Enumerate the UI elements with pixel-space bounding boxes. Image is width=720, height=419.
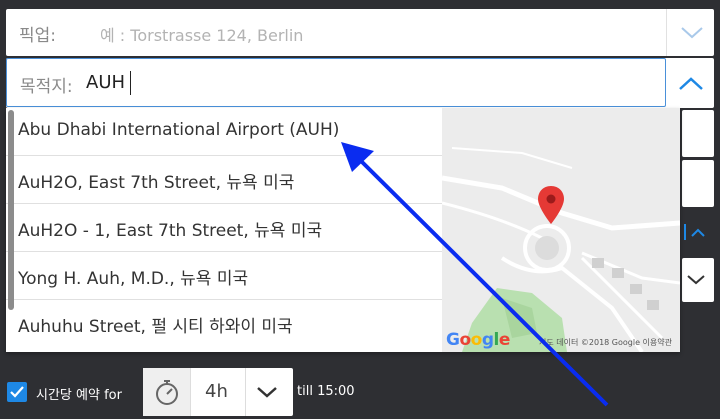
- hidden-side-button-2[interactable]: [682, 160, 714, 207]
- chevron-up-icon-small[interactable]: [682, 222, 712, 242]
- till-time: till 15:00: [297, 384, 355, 399]
- suggestion-item[interactable]: Yong H. Auh, M.D., 뉴욕 미국: [6, 252, 442, 300]
- google-logo: Google: [446, 330, 510, 350]
- suggestion-item[interactable]: AuH2O - 1, East 7th Street, 뉴욕 미국: [6, 204, 442, 252]
- autocomplete-dropdown: Abu Dhabi International Airport (AUH) Au…: [6, 108, 680, 352]
- chevron-down-icon[interactable]: [253, 380, 285, 404]
- suggestion-label: AuH2O, East 7th Street, 뉴욕 미국: [18, 173, 295, 193]
- hidden-side-button-1[interactable]: [682, 110, 714, 157]
- dropdown-scrollbar[interactable]: [8, 110, 14, 310]
- suggestion-label: Abu Dhabi International Airport (AUH): [18, 120, 340, 140]
- pickup-placeholder[interactable]: 예 : Torstrasse 124, Berlin: [100, 22, 303, 46]
- check-icon: [10, 386, 24, 398]
- chevron-down-icon[interactable]: [674, 17, 710, 47]
- pickup-label: 픽업:: [19, 26, 57, 46]
- map-graphic: [442, 108, 680, 352]
- pickup-divider: [666, 9, 667, 56]
- hourly-checkbox[interactable]: [7, 382, 27, 402]
- suggestion-item[interactable]: Auhuhu Street, 펄 시티 하와이 미국: [6, 300, 442, 348]
- duration-divider: [245, 368, 246, 416]
- destination-row: 목적지: AUH: [6, 58, 714, 108]
- text-caret: [130, 71, 131, 95]
- suggestion-item[interactable]: Abu Dhabi International Airport (AUH): [6, 108, 442, 156]
- chevron-up-icon[interactable]: [672, 68, 710, 100]
- pickup-field[interactable]: 픽업: 예 : Torstrasse 124, Berlin: [6, 9, 714, 56]
- destination-field[interactable]: 목적지: AUH: [6, 58, 666, 107]
- map-preview[interactable]: Google 지도 데이터 ©2018 Google 이용약관: [442, 108, 680, 352]
- suggestion-label: AuH2O - 1, East 7th Street, 뉴욕 미국: [18, 221, 323, 241]
- stopwatch-icon: [143, 368, 191, 416]
- hourly-label: 시간당 예약 for: [36, 388, 122, 403]
- suggestion-item[interactable]: AuH2O, East 7th Street, 뉴욕 미국: [6, 156, 442, 204]
- destination-label: 목적지:: [20, 77, 73, 97]
- duration-select[interactable]: 4h: [143, 368, 293, 416]
- map-pin-icon: [538, 186, 564, 228]
- map-attribution[interactable]: 지도 데이터 ©2018 Google 이용약관: [539, 337, 672, 348]
- suggestion-label: Auhuhu Street, 펄 시티 하와이 미국: [18, 317, 293, 337]
- suggestion-label: Yong H. Auh, M.D., 뉴욕 미국: [18, 269, 249, 289]
- duration-value: 4h: [205, 381, 228, 402]
- destination-input[interactable]: AUH: [86, 72, 125, 93]
- hidden-side-dropdown[interactable]: [682, 258, 714, 302]
- hourly-booking-row: 시간당 예약 for 4h till 15:00: [0, 365, 720, 419]
- suggestion-list: Abu Dhabi International Airport (AUH) Au…: [6, 108, 442, 352]
